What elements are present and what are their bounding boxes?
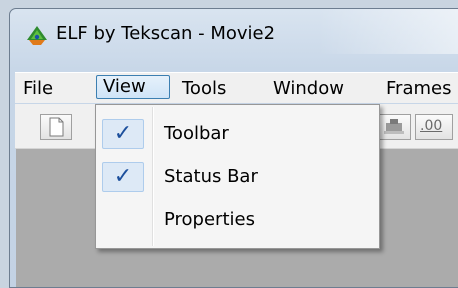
menu-item-toolbar[interactable]: ✓ Toolbar: [98, 114, 377, 152]
menu-file[interactable]: File: [17, 77, 59, 101]
stamp-button[interactable]: [379, 114, 411, 140]
menu-item-status-bar[interactable]: ✓ Status Bar: [98, 157, 377, 195]
new-document-button[interactable]: [40, 114, 72, 140]
menu-item-label: Properties: [164, 209, 255, 230]
decimal-format-icon: .00: [420, 118, 443, 134]
menu-item-properties[interactable]: Properties: [98, 200, 377, 238]
menu-window[interactable]: Window: [267, 77, 350, 101]
menu-view[interactable]: View: [96, 75, 170, 99]
menu-bar: File View Tools Window Frames: [15, 72, 458, 103]
menu-frames[interactable]: Frames: [380, 77, 457, 101]
menu-tools[interactable]: Tools: [176, 77, 232, 101]
decimal-format-button[interactable]: .00: [415, 114, 453, 140]
check-icon: ✓: [102, 119, 144, 149]
menu-item-label: Status Bar: [164, 166, 258, 187]
view-menu-dropdown: ✓ Toolbar ✓ Status Bar Properties: [95, 104, 380, 249]
window-title: ELF by Tekscan - Movie2: [56, 23, 276, 44]
title-bar[interactable]: ELF by Tekscan - Movie2: [10, 9, 458, 65]
check-icon: ✓: [102, 162, 144, 192]
elf-app-icon: [26, 24, 48, 46]
menu-item-label: Toolbar: [164, 123, 229, 144]
